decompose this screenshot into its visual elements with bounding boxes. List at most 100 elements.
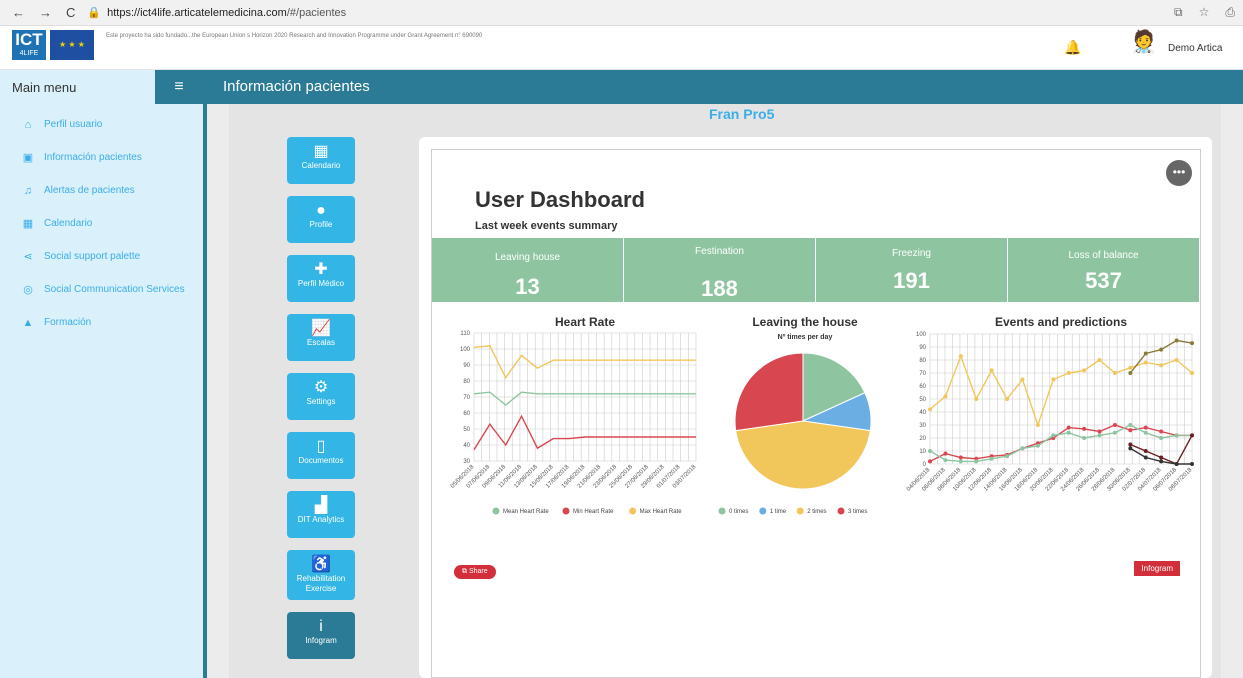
y-tick-label: 50 [463,427,470,433]
print-icon[interactable]: ⎙ [1225,5,1235,20]
logo-text: ICT [15,30,43,49]
data-point [989,368,994,373]
data-point [1066,425,1071,430]
tile-escalas[interactable]: 📈 Escalas [287,314,355,361]
sidebar-item-calendario[interactable]: ▦ Calendario [0,207,203,240]
tile-dit-analytics[interactable]: ▟ DIT Analytics [287,491,355,538]
y-tick-label: 70 [463,395,470,401]
tile-label: Escalas [306,338,335,347]
sidebar-item-social-communication[interactable]: ◎ Social Communication Services [0,273,203,306]
tile-settings[interactable]: ⚙ Settings [287,373,355,420]
data-point [1051,377,1056,382]
patient-name: Fran Pro5 [709,106,775,122]
sidebar-item-label: Calendario [44,218,93,229]
tile-label: Documentos [298,456,344,465]
sidebar: Main menu ≡ ⌂ Perfil usuario ▣ Información… [0,70,207,678]
data-point [1082,436,1087,440]
series-line [929,354,1193,428]
data-point [1174,358,1179,362]
legend-label: 3 times [848,509,867,515]
legend-marker [796,507,804,515]
gear-icon: ⚙ [313,379,329,396]
tile-rehabilitation[interactable]: ♿ Rehabilitation Exercise [287,550,355,600]
forward-icon[interactable]: → [39,5,52,20]
y-tick-label: 40 [919,410,926,416]
sidebar-item-formacion[interactable]: ▲ Formación [0,306,203,339]
y-tick-label: 100 [460,347,471,353]
data-point [1035,423,1040,427]
url-field[interactable]: 🔒 https://ict4life.articatelemedicina.co… [87,6,347,20]
y-tick-label: 30 [919,423,926,429]
avatar[interactable]: 🧑‍⚕️ [1130,29,1157,65]
y-tick-label: 50 [919,397,926,403]
data-point [1097,358,1102,362]
prediction-point [1143,351,1148,356]
legend-label: 0 times [729,509,748,515]
tile-perfil-medico[interactable]: ✚ Perfil Médico [287,255,355,302]
back-icon[interactable]: ← [12,5,25,20]
prediction-point [1174,338,1179,343]
stat-label: Loss of balance [1068,250,1139,261]
events-predictions-chart: Events and predictions010203040506070809… [906,315,1194,493]
translate-icon[interactable]: ⧉ [1174,5,1183,20]
tile-documentos[interactable]: ▯ Documentos [287,432,355,479]
sidebar-item-label: Social Communication Services [44,284,185,295]
legend-label: Min Heart Rate [573,509,614,515]
sidebar-item-perfil-usuario[interactable]: ⌂ Perfil usuario [0,108,203,141]
dashboard-title: User Dashboard [475,187,645,212]
prediction-point [1190,433,1194,438]
legend-marker [718,507,726,515]
data-point [1143,360,1148,365]
y-tick-label: 70 [919,371,926,377]
data-point [1066,430,1071,435]
medical-icon: ✚ [314,261,328,278]
action-tiles: ▦ Calendario ● Profile ✚ Perfil Médico 📈 Esc… [287,137,355,671]
hamburger-icon[interactable]: ≡ [155,70,203,104]
sidebar-item-informacion-pacientes[interactable]: ▣ Información pacientes [0,141,203,174]
data-point [974,459,979,464]
star-icon[interactable]: ☆ [1199,5,1210,20]
tile-infogram[interactable]: i Infogram [287,612,355,659]
y-tick-label: 90 [919,345,926,351]
data-point [1159,363,1164,368]
data-point [928,407,932,412]
stat-label: Freezing [892,248,931,259]
legend-marker [629,507,637,515]
tile-calendario[interactable]: ▦ Calendario [287,137,355,184]
series-line [473,345,696,380]
stats-row: Leaving house 13 Festination 188 Freezing 1… [432,238,1200,302]
data-point [1159,429,1164,434]
browser-address-bar: ← → C 🔒 https://ict4life.articatelemedic… [0,0,1243,26]
y-tick-label: 100 [916,332,927,338]
calendar-icon: ▦ [22,218,34,230]
sidebar-item-label: Perfil usuario [44,119,103,130]
dashboard-card: ••• User Dashboard Last week events summ… [419,137,1212,678]
chart-line-icon: 📈 [311,320,331,337]
sidebar-title: Main menu [12,79,77,95]
stat-value: 188 [701,276,738,301]
notification-bell-icon[interactable]: 🔔 [1064,39,1081,56]
more-options-icon[interactable]: ••• [1166,160,1192,186]
url-host: https://ict4life.articatelemedicina.com [107,6,287,19]
heart-rate-chart: Heart Rate3040506070809010011005/06/2018… [450,315,697,515]
sidebar-item-alertas[interactable]: ♫ Alertas de pacientes [0,174,203,207]
series-line [929,424,1192,463]
infogram-logo-link[interactable]: Infogram [1134,561,1180,576]
legend-marker [759,507,767,515]
home-icon: ⌂ [24,118,32,131]
data-point [1097,433,1102,438]
main-content: Fran Pro5 ▦ Calendario ● Profile ✚ Perfil M… [207,104,1243,678]
tile-label: Infogram [305,636,337,645]
user-name[interactable]: Demo Artica [1168,43,1222,54]
prediction-point [1190,462,1194,466]
sidebar-item-social-support[interactable]: ⋖ Social support palette [0,240,203,273]
stat-value: 537 [1085,268,1122,293]
sidebar-item-label: Formación [44,317,92,328]
data-point [928,449,932,453]
data-point [1035,443,1040,448]
reload-icon[interactable]: C [66,5,75,20]
url-path: /#/pacientes [286,6,347,19]
tile-label: Perfil Médico [297,279,345,288]
tile-profile[interactable]: ● Profile [287,196,355,243]
share-button[interactable]: ⧉ Share [454,565,496,579]
